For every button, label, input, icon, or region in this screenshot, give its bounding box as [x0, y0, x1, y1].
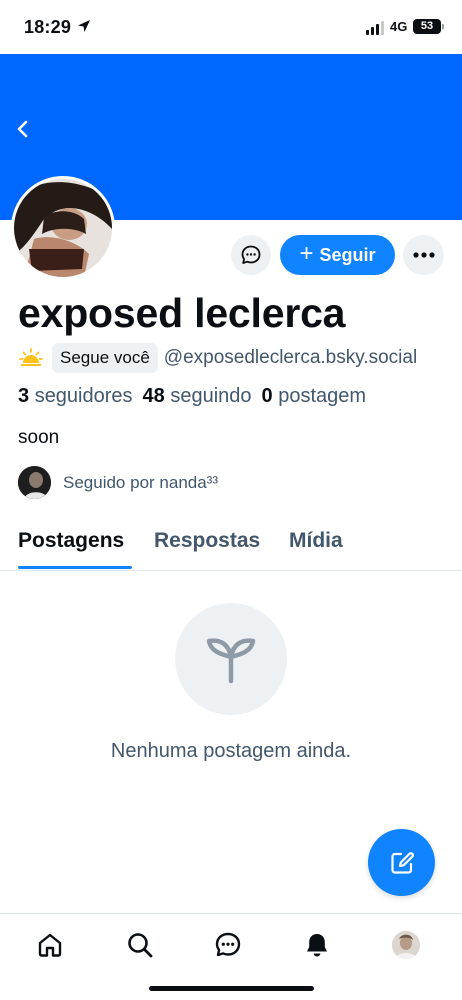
home-indicator — [149, 986, 314, 991]
avatar-image — [14, 179, 112, 277]
home-icon — [38, 933, 62, 957]
followers-count: 3 — [18, 385, 30, 407]
following-count: 48 — [142, 385, 165, 407]
profile-handle: @exposedleclerca.bsky.social — [163, 347, 418, 368]
display-name: exposed leclerca — [18, 290, 346, 336]
profile-avatar[interactable] — [11, 176, 115, 280]
profile-stats: 3 seguidores 48 seguindo 0 postagem — [18, 385, 366, 408]
ellipsis-icon — [412, 252, 435, 258]
nav-chat[interactable] — [213, 930, 243, 960]
profile-bio: soon — [18, 427, 60, 448]
empty-state-message: Nenhuma postagem ainda. — [110, 740, 352, 762]
chevron-left-icon[interactable] — [12, 118, 34, 140]
nav-profile-avatar[interactable] — [392, 931, 420, 959]
bell-icon — [307, 934, 327, 957]
following-stat[interactable]: 48 seguindo — [143, 385, 252, 408]
status-time: 18:29 — [24, 17, 72, 37]
chat-bubble-icon — [241, 245, 261, 264]
nav-search[interactable] — [125, 930, 155, 960]
bottom-navigation — [0, 913, 462, 1000]
follows-you-badge: Segue você — [52, 343, 158, 373]
status-bar: 18:29 4G 53 — [0, 0, 462, 54]
followed-by-text: Seguido por nanda³³ — [63, 472, 219, 492]
cell-signal-icon — [366, 21, 384, 35]
followed-by-row[interactable]: Seguido por nanda³³ — [18, 466, 218, 499]
nav-home[interactable] — [35, 930, 65, 960]
compose-icon — [390, 851, 414, 874]
tab-replies[interactable]: Respostas — [154, 529, 260, 553]
plus-icon: + — [299, 240, 314, 267]
battery-icon: 53 — [413, 19, 444, 34]
followers-label: seguidores — [34, 385, 133, 407]
followers-stat[interactable]: 3 seguidores — [18, 385, 133, 408]
search-icon — [128, 933, 153, 958]
posts-count: 0 — [261, 385, 273, 407]
message-button[interactable] — [231, 235, 271, 275]
tab-media[interactable]: Mídia — [289, 529, 343, 553]
chat-icon — [215, 932, 241, 957]
profile-meta-row: Segue você @exposedleclerca.bsky.social — [18, 343, 462, 373]
posts-label: postagem — [278, 385, 367, 407]
active-tab-indicator — [18, 566, 132, 569]
tab-posts[interactable]: Postagens — [18, 529, 124, 553]
more-options-button[interactable] — [403, 235, 444, 275]
network-type: 4G — [390, 19, 408, 34]
empty-state-illustration — [175, 603, 287, 715]
sunrise-emoji-icon — [19, 348, 43, 366]
follow-button-label: Seguir — [319, 244, 376, 265]
location-arrow-icon — [78, 20, 90, 32]
sprout-icon — [206, 638, 256, 684]
nav-notifications[interactable] — [302, 930, 332, 960]
profile-tabs: Postagens Respostas Mídia — [0, 520, 462, 571]
compose-button[interactable] — [368, 829, 435, 896]
follower-avatar — [18, 466, 51, 499]
following-label: seguindo — [170, 385, 252, 407]
follow-button[interactable]: + Seguir — [280, 235, 395, 275]
posts-stat: 0 postagem — [262, 385, 367, 408]
